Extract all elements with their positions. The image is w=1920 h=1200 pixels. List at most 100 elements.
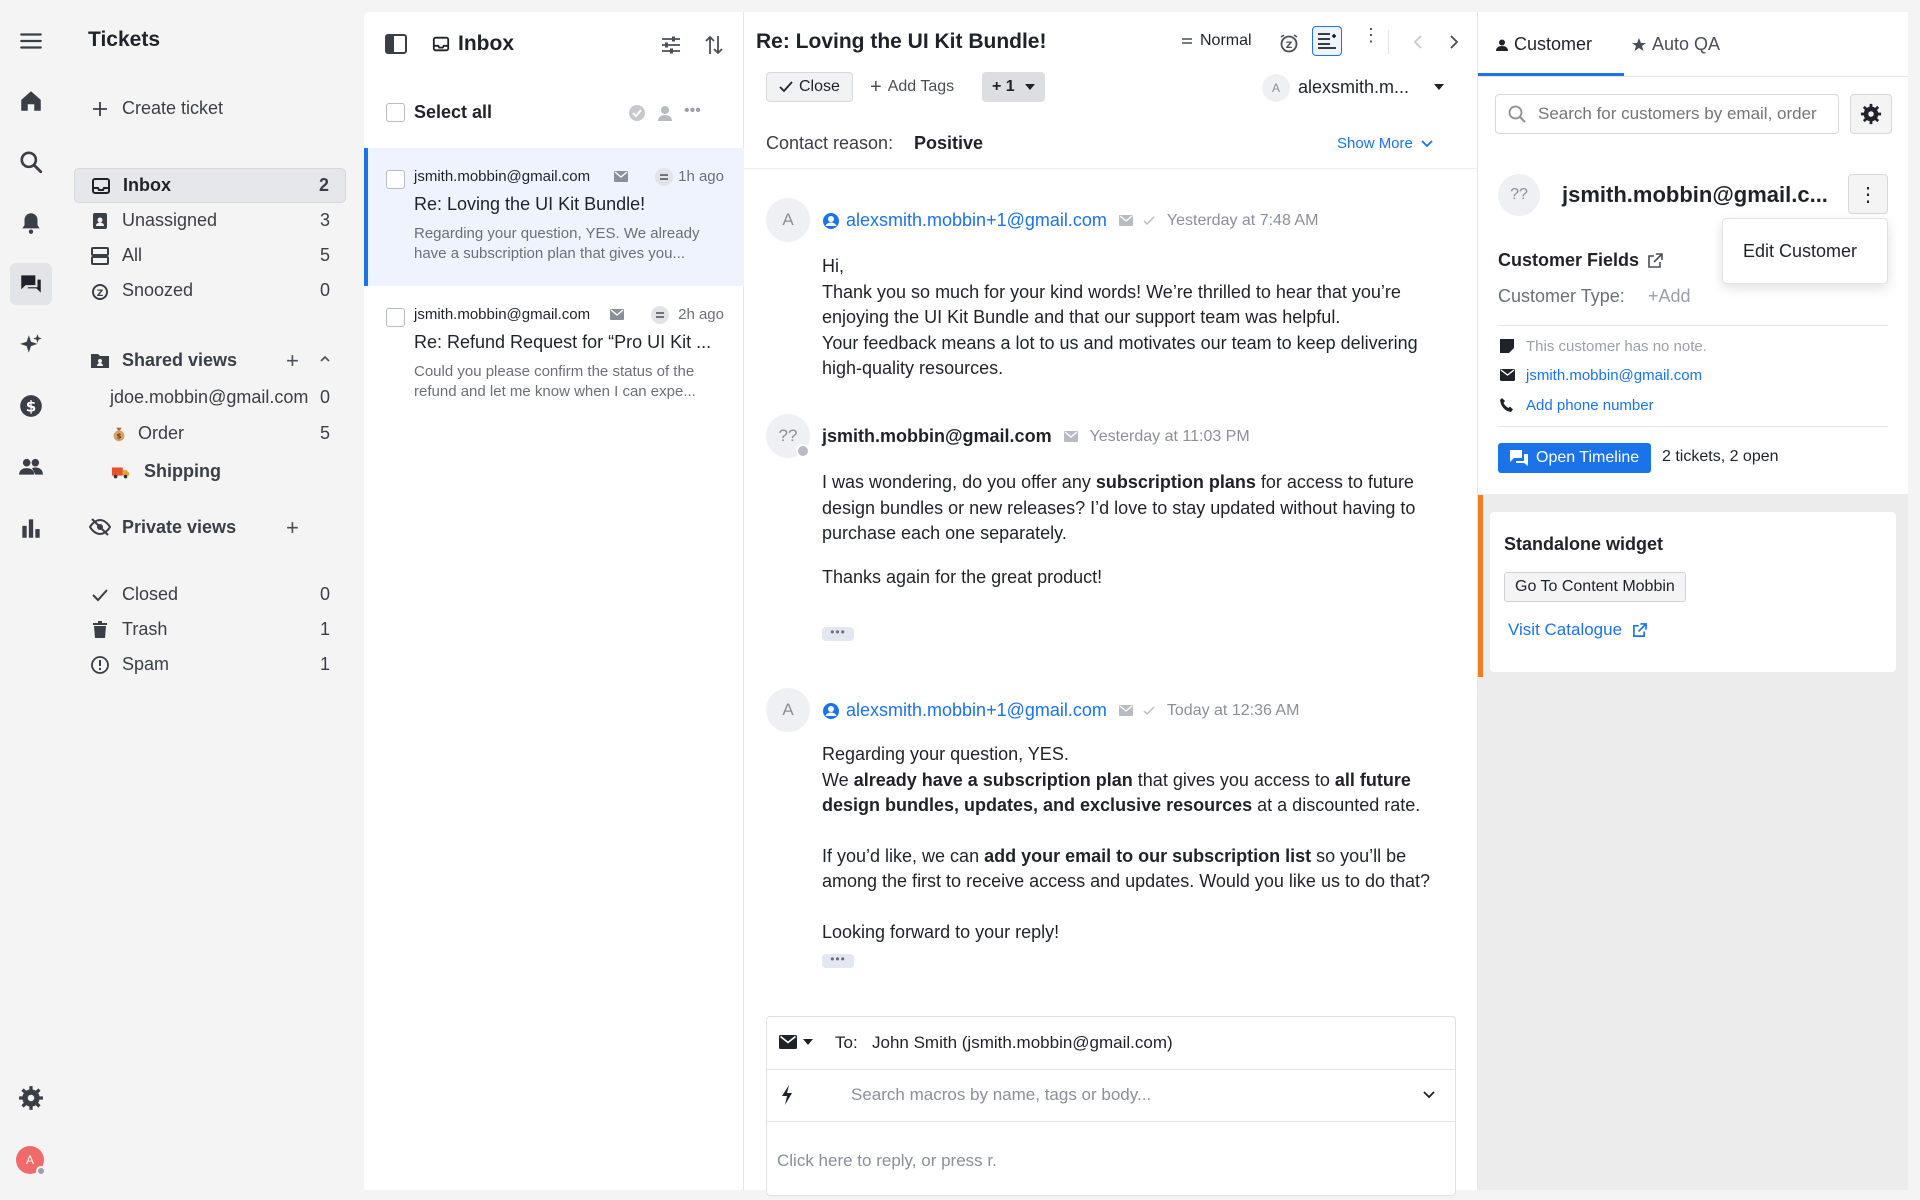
edit-customer-menu-item[interactable]: Edit Customer <box>1743 241 1857 262</box>
message: A alexsmith.mobbin+1@gmail.com Yesterday… <box>766 198 1456 398</box>
search-icon[interactable] <box>15 146 47 178</box>
customer-menu-button[interactable]: ⋮ <box>1848 174 1888 214</box>
star-icon <box>1632 37 1646 52</box>
sort-icon[interactable] <box>704 34 724 56</box>
message-sender[interactable]: jsmith.mobbin@gmail.com <box>822 426 1052 447</box>
customer-note[interactable]: This customer has no note. <box>1526 338 1707 355</box>
alert-circle-icon <box>88 653 112 677</box>
next-ticket-icon[interactable] <box>1448 34 1460 50</box>
expand-quoted-button[interactable]: ••• <box>822 953 854 968</box>
kebab-menu-icon[interactable]: ⋮ <box>1362 26 1380 44</box>
customer-name[interactable]: jsmith.mobbin@gmail.c... <box>1562 182 1828 208</box>
nav-item-snoozed[interactable]: Z Snoozed 0 <box>74 273 346 308</box>
user-icon <box>1496 39 1508 51</box>
create-ticket-button[interactable]: Create ticket <box>74 91 346 126</box>
ticket-checkbox[interactable] <box>386 308 405 327</box>
snooze-icon: Z <box>88 279 112 303</box>
ticket-item[interactable]: jsmith.mobbin@gmail.com 2h ago Re: Refun… <box>364 286 744 424</box>
channel-select[interactable] <box>779 1035 813 1049</box>
expand-quoted-button[interactable]: ••• <box>822 626 854 641</box>
dollar-icon[interactable]: $ <box>15 390 47 422</box>
tab-auto-qa[interactable]: Auto QA <box>1632 34 1720 55</box>
more-actions-icon[interactable]: ••• <box>684 102 701 120</box>
ticket-time: 1h ago <box>678 168 724 185</box>
nav-item-closed[interactable]: Closed 0 <box>74 577 346 612</box>
settings-button[interactable] <box>1850 94 1892 134</box>
chevron-down-icon[interactable] <box>1423 1091 1435 1099</box>
assignee-name[interactable]: alexsmith.m... <box>1298 77 1409 98</box>
ticket-checkbox[interactable] <box>386 170 405 189</box>
settings-icon[interactable] <box>15 1082 47 1114</box>
message-sender[interactable]: alexsmith.mobbin+1@gmail.com <box>846 210 1107 231</box>
external-link-icon[interactable] <box>1647 252 1663 269</box>
message-paragraph: If you’d like, we can add your email to … <box>822 844 1452 895</box>
caret-down-icon[interactable] <box>1434 84 1444 90</box>
reply-input[interactable]: Click here to reply, or press r. <box>777 1151 997 1171</box>
nav-item-spam[interactable]: Spam 1 <box>74 647 346 682</box>
nav-item-inbox[interactable]: Inbox 2 <box>74 168 346 203</box>
customer-fields-label: Customer Fields <box>1498 250 1640 270</box>
menu-icon[interactable] <box>15 25 47 57</box>
add-phone-link[interactable]: Add phone number <box>1526 397 1654 414</box>
customer-email[interactable]: jsmith.mobbin@gmail.com <box>1526 367 1702 384</box>
tab-label: Customer <box>1514 34 1593 54</box>
inbox-icon <box>89 174 113 198</box>
add-private-view-icon[interactable]: + <box>286 517 299 539</box>
text-run-bold: add your email to our subscription list <box>984 845 1312 866</box>
customer-type-add[interactable]: +Add <box>1648 286 1691 307</box>
users-icon[interactable] <box>15 451 47 483</box>
check-circle-icon[interactable] <box>628 104 646 122</box>
nav-item-trash[interactable]: Trash 1 <box>74 612 346 647</box>
home-icon[interactable] <box>15 85 47 117</box>
shared-views-header[interactable]: Shared views <box>88 348 237 372</box>
toggle-sidebar-icon[interactable] <box>384 32 408 56</box>
tags-dropdown[interactable]: + 1 <box>982 72 1045 102</box>
customer-avatar: ?? <box>1498 174 1540 216</box>
select-all-checkbox[interactable] <box>386 103 405 122</box>
unassigned-icon <box>88 209 112 233</box>
show-more-label: Show More <box>1337 135 1413 152</box>
show-more-button[interactable]: Show More <box>1337 135 1433 152</box>
add-tags-label: Add Tags <box>887 78 955 95</box>
visit-catalogue-link[interactable]: Visit Catalogue <box>1508 620 1647 640</box>
customer-search-input[interactable] <box>1538 95 1836 133</box>
private-views-header[interactable]: Private views <box>88 515 236 539</box>
priority-normal-icon <box>650 305 670 325</box>
nav-item-all[interactable]: All 5 <box>74 238 346 273</box>
macro-search-input[interactable]: Search macros by name, tags or body... <box>851 1085 1151 1105</box>
close-ticket-button[interactable]: Close <box>766 72 853 102</box>
nav-item-unassigned[interactable]: Unassigned 3 <box>74 203 346 238</box>
shared-view-shipping[interactable]: Shipping <box>74 454 346 489</box>
add-shared-view-icon[interactable]: + <box>286 350 299 372</box>
snooze-icon[interactable]: Z <box>1278 32 1300 54</box>
add-tags-button[interactable]: + Add Tags <box>858 72 966 102</box>
sparkle-icon[interactable] <box>15 329 47 361</box>
shared-view-jdoe[interactable]: jdoe.mobbin@gmail.com 0 <box>74 380 346 415</box>
stats-icon[interactable] <box>15 512 47 544</box>
message-sender[interactable]: alexsmith.mobbin+1@gmail.com <box>846 700 1107 721</box>
customer-search-box[interactable] <box>1495 94 1839 134</box>
tab-customer[interactable]: Customer <box>1496 34 1592 55</box>
open-timeline-button[interactable]: Open Timeline <box>1498 443 1652 473</box>
check-icon <box>1143 216 1155 226</box>
chat-icon[interactable] <box>15 268 47 300</box>
message-line: Regarding your question, YES. <box>822 744 1069 764</box>
filter-sliders-icon[interactable] <box>660 34 682 56</box>
prev-ticket-icon[interactable] <box>1412 34 1424 50</box>
chevron-up-icon[interactable] <box>318 352 332 366</box>
to-recipient[interactable]: John Smith (jsmith.mobbin@gmail.com) <box>872 1033 1173 1053</box>
priority-normal-icon <box>654 167 674 187</box>
assign-user-icon[interactable] <box>656 104 674 122</box>
ticket-item[interactable]: jsmith.mobbin@gmail.com 1h ago Re: Lovin… <box>364 148 744 286</box>
contact-reason-value[interactable]: Positive <box>914 133 983 154</box>
bell-icon[interactable] <box>15 207 47 239</box>
shared-view-label: jdoe.mobbin@gmail.com <box>110 387 309 407</box>
go-to-content-button[interactable]: Go To Content Mobbin <box>1504 572 1686 602</box>
summary-toggle-icon[interactable] <box>1312 26 1342 56</box>
ticket-title[interactable]: Re: Loving the UI Kit Bundle! <box>756 30 1046 54</box>
priority-select[interactable]: Normal <box>1180 32 1252 50</box>
shared-view-order[interactable]: $ Order 5 <box>74 416 346 451</box>
customer-fields-header: Customer Fields <box>1498 250 1663 271</box>
create-ticket-label: Create ticket <box>122 98 224 118</box>
message-paragraph: I was wondering, do you offer any subscr… <box>822 470 1452 547</box>
